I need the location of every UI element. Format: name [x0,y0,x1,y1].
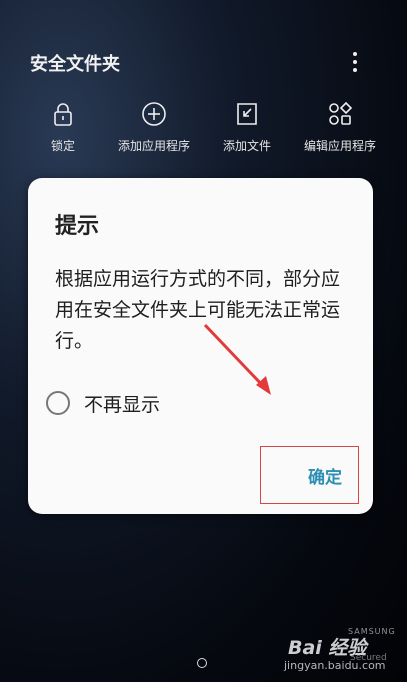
lock-button[interactable]: 锁定 [13,95,113,154]
dont-show-again-radio[interactable] [46,391,70,415]
lock-icon [54,103,72,126]
more-options-icon[interactable] [348,50,362,74]
dialog-title: 提示 [55,214,100,239]
add-apps-label: 添加应用程序 [117,139,190,153]
edit-apps-icon [329,101,353,125]
edit-apps-label: 编辑应用程序 [303,139,376,153]
add-files-label: 添加文件 [222,139,271,153]
action-bar: 锁定 添加应用程序 添加文件 编辑应用程序 [0,95,407,165]
dialog-message: 根据应用运行方式的不同，部分应用在安全文件夹上可能无法正常运行。 [55,268,341,352]
edit-apps-button[interactable]: 编辑应用程序 [290,95,390,154]
home-button[interactable] [197,658,207,668]
confirm-button[interactable]: 确定 [308,463,342,488]
add-files-button[interactable]: 添加文件 [197,95,297,154]
watermark-url: jingyan.baidu.com [284,659,386,672]
add-file-icon [237,103,257,125]
add-apps-button[interactable]: 添加应用程序 [104,95,204,154]
app-title: 安全文件夹 [30,54,120,75]
lock-label: 锁定 [50,139,75,153]
notice-dialog: 提示 根据应用运行方式的不同，部分应用在安全文件夹上可能无法正常运行。 不再显示… [28,178,373,514]
add-circle-icon [142,102,166,126]
dont-show-again-label[interactable]: 不再显示 [84,390,160,417]
watermark: SAMSUNG Bai 经验 Secured jingyan.baidu.com [284,625,398,677]
